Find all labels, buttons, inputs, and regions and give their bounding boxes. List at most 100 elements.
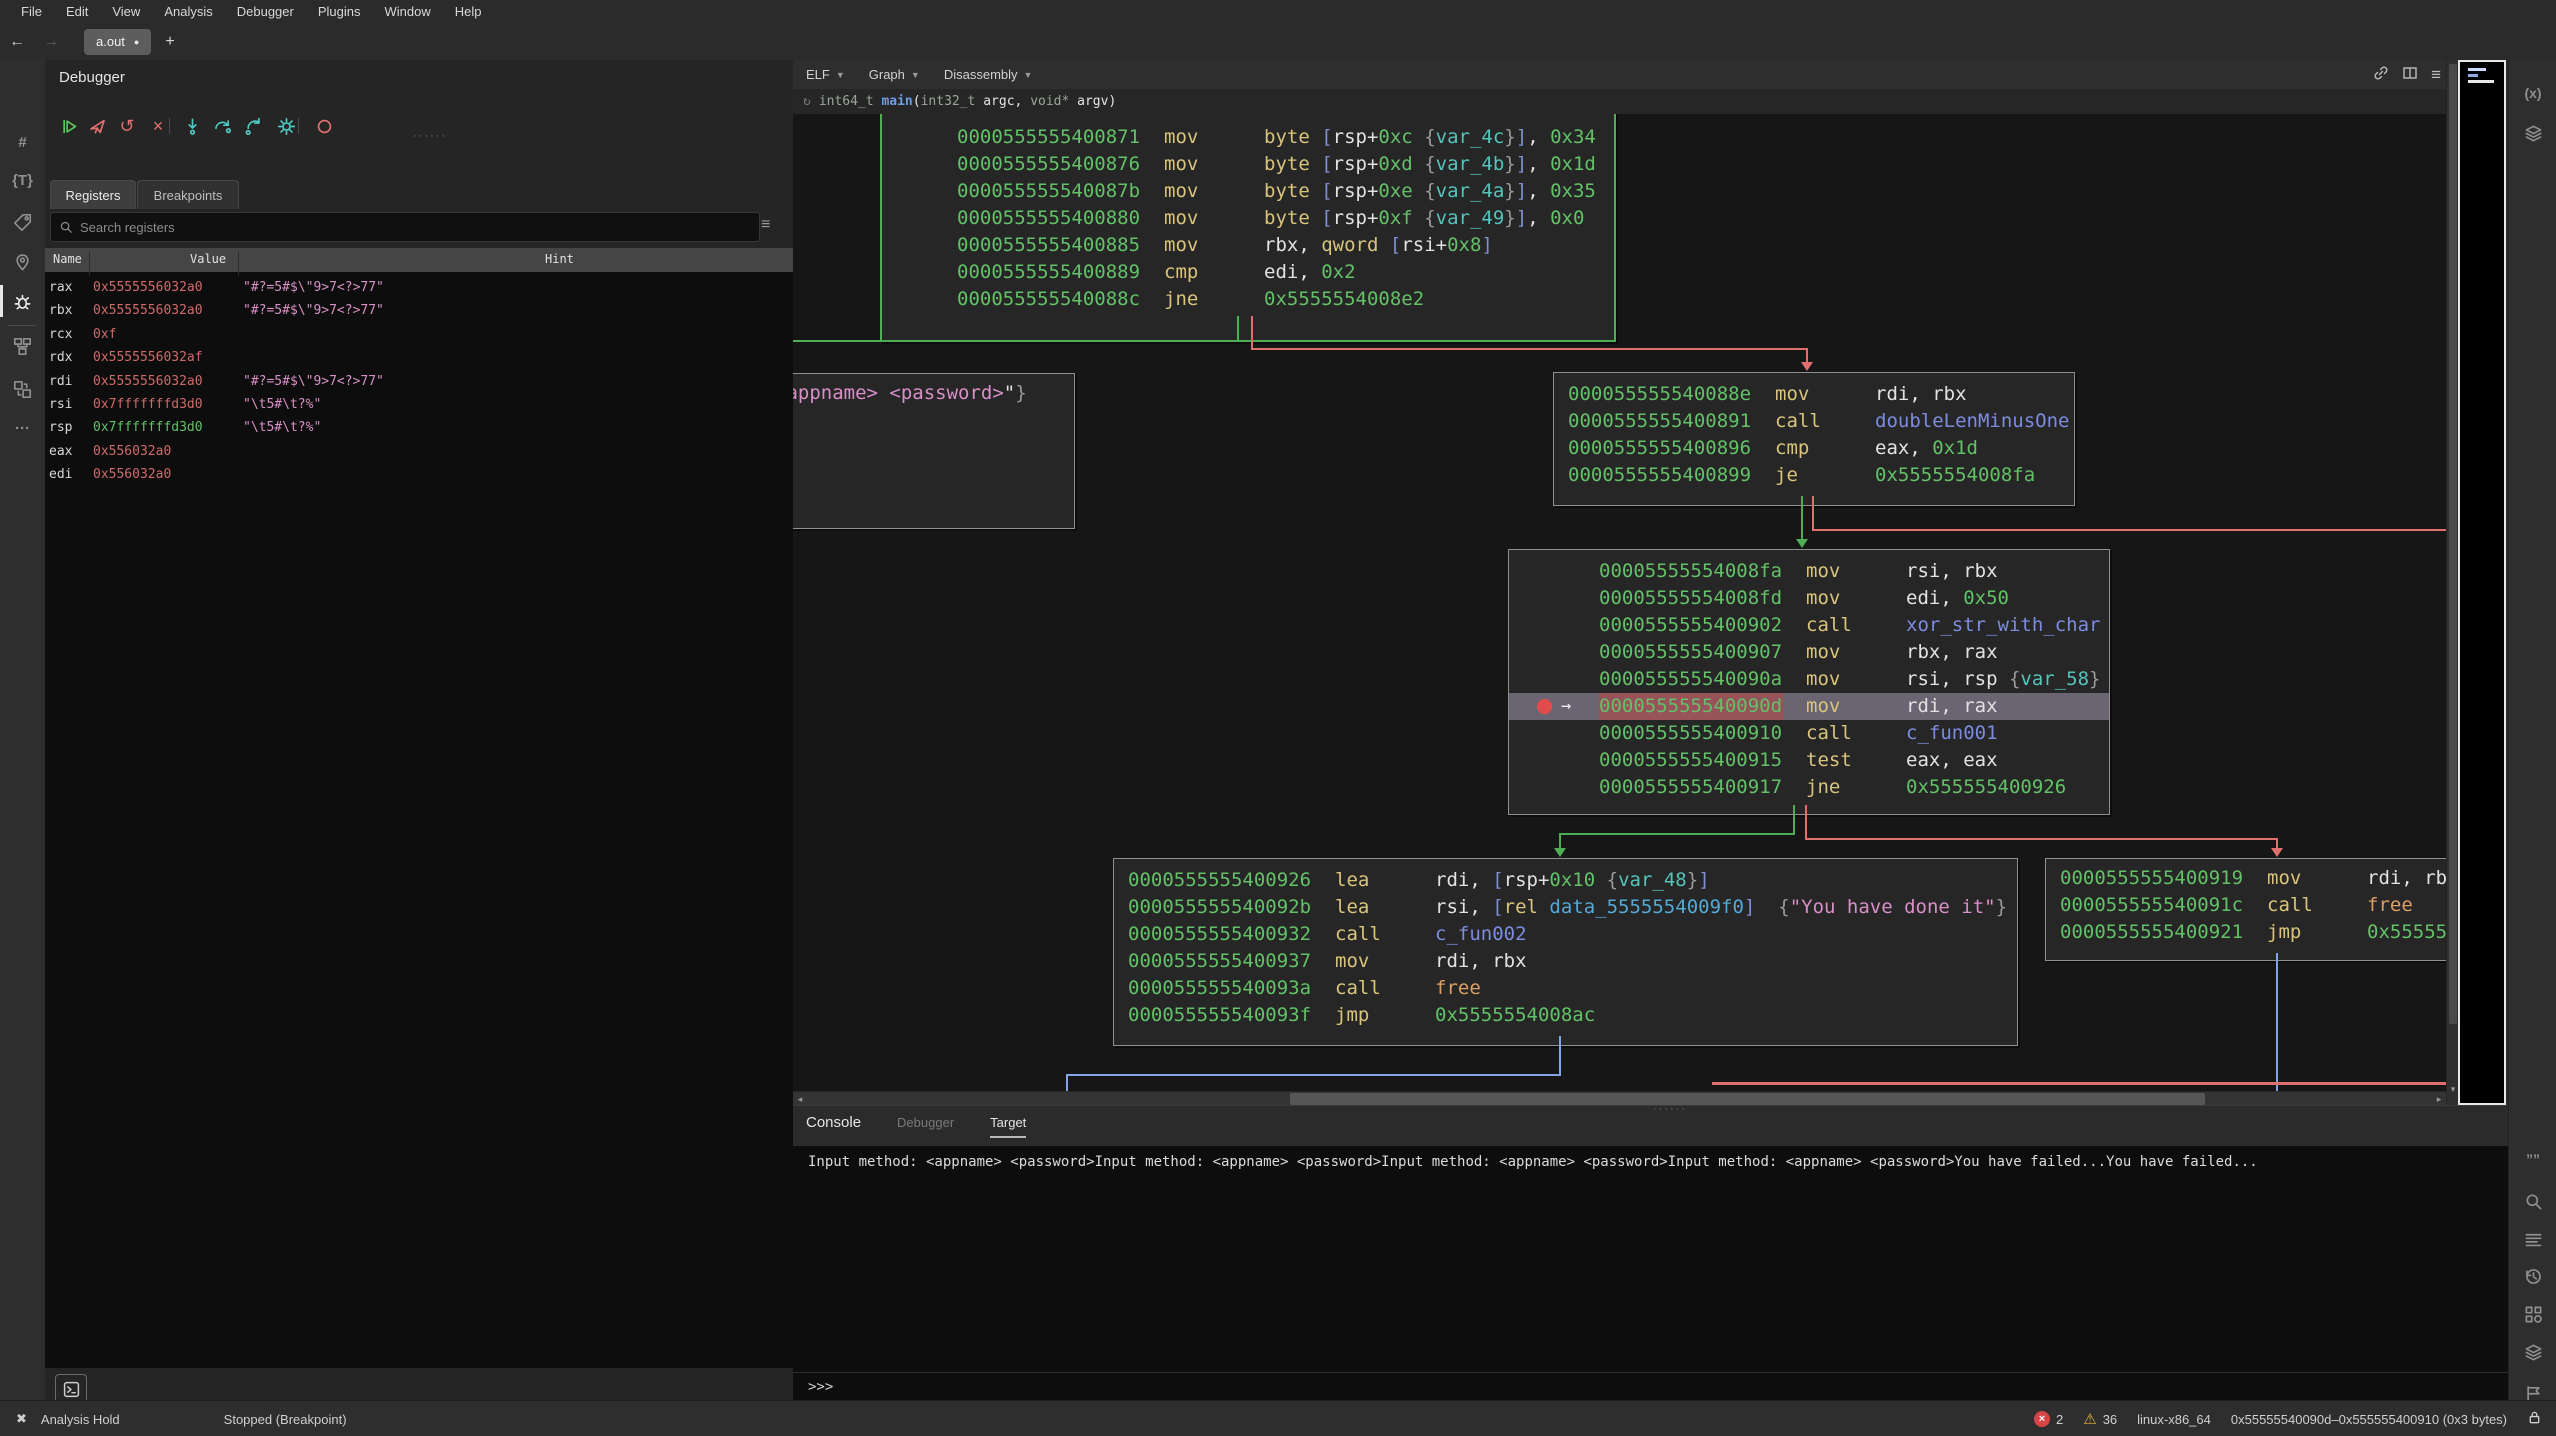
disasm-line[interactable]: 0000555555400921jmp0x555555 (2046, 919, 2446, 946)
disasm-line[interactable]: 0000555555400907movrbx, rax (1509, 639, 2109, 666)
forward-arrow-icon[interactable]: → (34, 33, 68, 51)
resume-button[interactable] (57, 114, 81, 138)
step-return-button[interactable] (241, 114, 265, 138)
register-row-rsp[interactable]: rsp0x7fffffffd3d0"\t5#\t?%" (45, 416, 793, 439)
horizontal-scrollbar[interactable]: ◂ ▸ (793, 1091, 2446, 1106)
sidebar-item-debugger[interactable] (0, 283, 45, 319)
warning-count[interactable]: ⚠ 36 (2083, 1410, 2117, 1428)
register-row-rdi[interactable]: rdi0x5555556032a0"#?=5#$\"9>7<?>77" (45, 370, 793, 393)
menu-file[interactable]: File (10, 4, 53, 19)
function-signature[interactable]: int64_t main(int32_t argc, void* argv) (819, 94, 1116, 109)
view-dropdown-disassembly[interactable]: Disassembly▼ (944, 67, 1033, 82)
search-registers-input[interactable]: Search registers (50, 212, 760, 242)
disasm-line[interactable]: <appname> <password>"} (793, 380, 1074, 407)
disasm-line[interactable]: 0000555555400889cmpedi, 0x2 (882, 259, 1614, 286)
sidebar-item-mini-graph[interactable] (0, 328, 45, 364)
sidebar-item-tags[interactable] (0, 204, 45, 240)
vscroll-thumb[interactable] (2449, 64, 2457, 1024)
sidebar-item-stack[interactable] (2509, 116, 2556, 150)
disasm-line[interactable]: 0000555555400917jne0x555555400926 (1509, 774, 2109, 801)
console-splitter-handle[interactable]: ······ (1653, 1103, 1687, 1115)
disasm-line[interactable]: 0000555555400871movbyte [rsp+0xc {var_4c… (882, 124, 1614, 151)
menu-debugger[interactable]: Debugger (226, 4, 305, 19)
disasm-line[interactable]: 000055555540087bmovbyte [rsp+0xe {var_4a… (882, 178, 1614, 205)
disasm-line[interactable]: 0000555555400896cmpeax, 0x1d (1554, 435, 2074, 462)
console-input[interactable]: >>> (793, 1372, 2508, 1402)
sidebar-item-variables[interactable]: (x) (2509, 76, 2556, 110)
sidebar-item-history[interactable] (2509, 1259, 2556, 1293)
link-icon[interactable] (2373, 65, 2389, 84)
disasm-line[interactable]: 000055555540093acallfree (1114, 975, 2017, 1002)
tab-debugger-console[interactable]: Debugger (897, 1115, 954, 1136)
sidebar-item-find[interactable] (2509, 1184, 2556, 1218)
settings-button[interactable] (274, 114, 298, 138)
disasm-line[interactable]: 0000555555400932callc_fun002 (1114, 921, 2017, 948)
disasm-line[interactable]: 0000555555400926leardi, [rsp+0x10 {var_4… (1114, 867, 2017, 894)
disasm-line[interactable]: 0000555555400902callxor_str_with_char (1509, 612, 2109, 639)
menu-edit[interactable]: Edit (55, 4, 99, 19)
disasm-line[interactable]: 000055555540088cjne0x5555554008e2 (882, 286, 1614, 313)
view-dropdown-elf[interactable]: ELF▼ (806, 67, 845, 82)
blk-926[interactable]: 0000555555400926leardi, [rsp+0x10 {var_4… (1113, 858, 2018, 1046)
disasm-line[interactable]: →000055555540090dmovrdi, rax (1509, 693, 2109, 720)
register-row-rbx[interactable]: rbx0x5555556032a0"#?=5#$\"9>7<?>77" (45, 299, 793, 322)
blk-partial[interactable]: <appname> <password>"} (793, 373, 1075, 529)
view-dropdown-graph[interactable]: Graph▼ (869, 67, 920, 82)
panel-splitter-handle[interactable]: ······ (413, 130, 447, 142)
menu-analysis[interactable]: Analysis (153, 4, 223, 19)
error-count[interactable]: × 2 (2034, 1411, 2063, 1427)
disasm-line[interactable]: 00005555554008famovrsi, rbx (1509, 558, 2109, 585)
search-options-icon[interactable]: ≡ (761, 216, 770, 234)
disasm-line[interactable]: 0000555555400880movbyte [rsp+0xf {var_49… (882, 205, 1614, 232)
sidebar-item-log[interactable] (2509, 1222, 2556, 1256)
blk-871[interactable]: 0000555555400871movbyte [rsp+0xc {var_4c… (880, 114, 1616, 342)
view-menu-icon[interactable]: ≡ (2431, 65, 2441, 85)
disasm-line[interactable]: 0000555555400891calldoubleLenMinusOne (1554, 408, 2074, 435)
back-arrow-icon[interactable]: ← (0, 33, 34, 51)
register-row-rsi[interactable]: rsi0x7fffffffd3d0"\t5#\t?%" (45, 393, 793, 416)
disasm-line[interactable]: 0000555555400885movrbx, qword [rsi+0x8] (882, 232, 1614, 259)
new-tab-button[interactable]: + (165, 33, 174, 51)
register-row-edi[interactable]: edi0x556032a0 (45, 463, 793, 486)
feature-map[interactable] (2458, 60, 2506, 1105)
sidebar-item-memory-map[interactable] (0, 244, 45, 280)
menu-window[interactable]: Window (373, 4, 441, 19)
hscroll-thumb[interactable] (1290, 1093, 2205, 1105)
launch-button[interactable] (85, 114, 109, 138)
tab-target[interactable]: Target (990, 1115, 1026, 1138)
disasm-line[interactable]: 0000555555400899je0x5555554008fa (1554, 462, 2074, 489)
split-view-icon[interactable] (2402, 65, 2418, 84)
disasm-line[interactable]: 000055555540088emovrdi, rbx (1554, 381, 2074, 408)
blk-919[interactable]: 0000555555400919movrdi, rbx0000555555400… (2045, 858, 2446, 961)
step-over-button[interactable] (210, 114, 234, 138)
scroll-left-icon[interactable]: ◂ (793, 1092, 807, 1106)
tab-breakpoints[interactable]: Breakpoints (137, 180, 239, 209)
lock-icon[interactable] (2527, 1409, 2542, 1429)
disasm-line[interactable]: 000055555540092blearsi, [rel data_555555… (1114, 894, 2017, 921)
disasm-line[interactable]: 0000555555400876movbyte [rsp+0xd {var_4b… (882, 151, 1614, 178)
disasm-line[interactable]: 0000555555400919movrdi, rbx (2046, 865, 2446, 892)
sidebar-item-strings[interactable]: ”” (2509, 1142, 2556, 1176)
register-row-rcx[interactable]: rcx0xf (45, 323, 793, 346)
disasm-line[interactable]: 000055555540090amovrsi, rsp {var_58} (1509, 666, 2109, 693)
scroll-right-icon[interactable]: ▸ (2432, 1092, 2446, 1106)
register-row-eax[interactable]: eax0x556032a0 (45, 440, 793, 463)
sidebar-item-cross-references[interactable] (0, 371, 45, 407)
kill-button[interactable]: × (146, 114, 170, 138)
tab-console[interactable]: Console (806, 1114, 861, 1137)
breakpoint-button[interactable] (312, 114, 336, 138)
disasm-line[interactable]: 0000555555400937movrdi, rbx (1114, 948, 2017, 975)
menu-view[interactable]: View (101, 4, 151, 19)
blk-88e[interactable]: 000055555540088emovrdi, rbx0000555555400… (1553, 372, 2075, 506)
register-row-rax[interactable]: rax0x5555556032a0"#?=5#$\"9>7<?>77" (45, 276, 793, 299)
tab-a-out[interactable]: a.out ● (84, 29, 151, 55)
disasm-line[interactable]: 000055555540091ccallfree (2046, 892, 2446, 919)
graph-canvas[interactable]: 0000555555400871movbyte [rsp+0xc {var_4c… (793, 114, 2446, 1091)
breakpoint-icon[interactable] (1537, 699, 1552, 714)
step-into-button[interactable] (180, 114, 204, 138)
menu-help[interactable]: Help (444, 4, 493, 19)
blk-8fa[interactable]: 00005555554008famovrsi, rbx 0000555555400… (1508, 549, 2110, 815)
disasm-line[interactable]: 000055555540093fjmp0x5555554008ac (1114, 1002, 2017, 1029)
sidebar-item-symbols[interactable]: # (0, 124, 45, 160)
sidebar-item-more[interactable]: ··· (0, 410, 45, 446)
